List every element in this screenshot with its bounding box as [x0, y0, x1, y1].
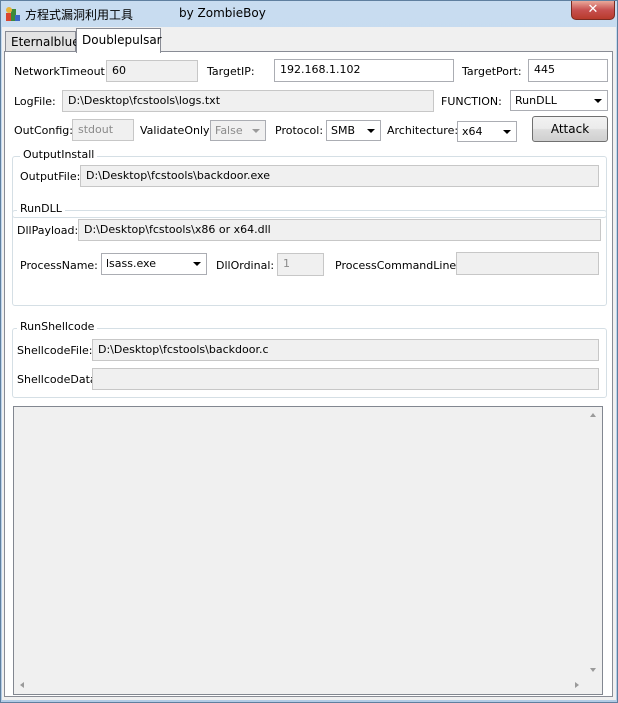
protocol-select[interactable]: SMB — [326, 120, 381, 141]
run-shellcode-title: RunShellcode — [17, 320, 98, 333]
dll-payload-label: DllPayload: — [17, 224, 79, 237]
function-value: RunDLL — [515, 94, 557, 107]
protocol-value: SMB — [331, 124, 356, 137]
output-log-area[interactable] — [13, 406, 603, 695]
attack-button[interactable]: Attack — [532, 116, 608, 142]
tab-label: Doublepulsar — [82, 33, 162, 47]
vertical-scrollbar[interactable] — [585, 407, 602, 694]
shellcode-file-input[interactable]: D:\Desktop\fcstools\backdoor.c — [92, 339, 599, 361]
validate-only-label: ValidateOnly: — [140, 124, 213, 137]
logfile-input[interactable]: D:\Desktop\fcstools\logs.txt — [62, 90, 434, 112]
doublepulsar-panel: NetworkTimeout: 60 TargetIP: 192.168.1.1… — [4, 51, 613, 697]
chevron-down-icon — [594, 99, 602, 103]
process-name-value: lsass.exe — [106, 257, 156, 270]
validate-only-value: False — [215, 124, 243, 137]
architecture-select[interactable]: x64 — [457, 121, 517, 142]
function-label: FUNCTION: — [441, 95, 502, 108]
outputfile-input[interactable]: D:\Desktop\fcstools\backdoor.exe — [80, 165, 599, 187]
validate-only-select[interactable]: False — [210, 120, 266, 141]
dll-payload-input[interactable]: D:\Desktop\fcstools\x86 or x64.dll — [78, 219, 601, 241]
architecture-label: Architecture: — [387, 124, 459, 137]
rundll-title: RunDLL — [17, 202, 65, 215]
outconfig-label: OutConfig: — [14, 124, 73, 137]
output-install-title: OutputInstall — [20, 148, 98, 161]
chevron-down-icon — [367, 129, 375, 133]
horizontal-scrollbar[interactable] — [14, 677, 585, 694]
target-port-label: TargetPort: — [462, 65, 522, 78]
target-ip-input[interactable]: 192.168.1.102 — [274, 59, 454, 82]
tab-doublepulsar[interactable]: Doublepulsar — [76, 28, 162, 53]
process-name-label: ProcessName: — [20, 259, 98, 272]
network-timeout-input[interactable]: 60 — [106, 60, 198, 82]
scroll-up-icon[interactable] — [590, 413, 596, 417]
shellcode-data-input[interactable] — [92, 368, 599, 390]
close-button[interactable]: ✕ — [571, 1, 615, 20]
network-timeout-label: NetworkTimeout: — [14, 65, 109, 78]
dll-ordinal-input[interactable]: 1 — [277, 253, 324, 276]
scroll-right-icon[interactable] — [575, 682, 579, 688]
window-title: 方程式漏洞利用工具 — [25, 8, 134, 22]
outconfig-input[interactable]: stdout — [72, 119, 134, 141]
chevron-down-icon — [503, 130, 511, 134]
logfile-label: LogFile: — [14, 95, 56, 108]
client-area: Eternalblue Doublepulsar NetworkTimeout:… — [2, 27, 616, 700]
function-select[interactable]: RunDLL — [510, 90, 608, 111]
target-port-input[interactable]: 445 — [528, 59, 608, 82]
outputfile-label: OutputFile: — [20, 170, 81, 183]
app-icon — [6, 7, 20, 21]
chevron-down-icon — [252, 129, 260, 133]
shellcode-file-label: ShellcodeFile: — [17, 344, 93, 357]
tab-label: Eternalblue — [11, 35, 80, 49]
process-cmdline-label: ProcessCommandLine: — [335, 259, 460, 272]
scroll-left-icon[interactable] — [20, 682, 24, 688]
app-window: 方程式漏洞利用工具 by ZombieBoy ✕ Eternalblue Dou… — [0, 0, 618, 703]
target-ip-label: TargetIP: — [207, 65, 255, 78]
process-cmdline-input[interactable] — [456, 252, 599, 275]
scroll-down-icon[interactable] — [590, 668, 596, 672]
protocol-label: Protocol: — [275, 124, 324, 137]
shellcode-data-label: ShellcodeData: — [17, 373, 101, 386]
title-bar[interactable]: 方程式漏洞利用工具 by ZombieBoy ✕ — [1, 1, 617, 27]
architecture-value: x64 — [462, 125, 483, 138]
window-title-author: by ZombieBoy — [179, 6, 266, 20]
dll-ordinal-label: DllOrdinal: — [216, 259, 275, 272]
chevron-down-icon — [193, 262, 201, 266]
process-name-select[interactable]: lsass.exe — [101, 253, 207, 275]
tab-eternalblue[interactable]: Eternalblue — [5, 31, 80, 52]
close-icon: ✕ — [587, 2, 599, 17]
